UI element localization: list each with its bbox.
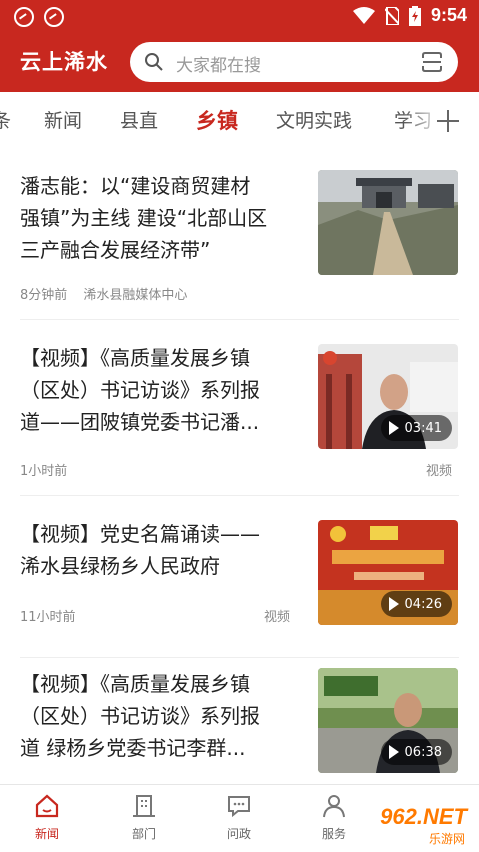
tab-county[interactable]: 县直 bbox=[120, 106, 158, 133]
news-meta: 11小时前 bbox=[20, 606, 88, 625]
news-title: 【视频】党史名篇诵读—— 浠水县绿杨乡人民政府 bbox=[20, 522, 260, 578]
news-item[interactable]: 潘志能：以“建设商贸建材 强镇”为主线 建设“北部山区 三产融合发展经济带” 8… bbox=[0, 150, 479, 320]
search-placeholder: 大家都在搜 bbox=[176, 56, 261, 76]
news-time: 11小时前 bbox=[20, 610, 76, 625]
news-title: 【视频】《高质量发展乡镇 （区处）书记访谈》系列报 道——团陂镇党委书记潘... bbox=[20, 346, 260, 434]
search-box[interactable]: 大家都在搜 bbox=[130, 42, 458, 82]
news-item[interactable]: 【视频】《高质量发展乡镇 （区处）书记访谈》系列报 道——团陂镇党委书记潘...… bbox=[0, 320, 479, 496]
no-sim-icon bbox=[384, 6, 399, 25]
tab-civilization-practice[interactable]: 文明实践 bbox=[276, 106, 352, 133]
watermark-subtext: 乐游网 bbox=[428, 832, 465, 846]
nav-news[interactable]: 新闻 bbox=[7, 793, 87, 842]
scan-icon[interactable] bbox=[420, 50, 444, 74]
tab-news[interactable]: 新闻 bbox=[44, 106, 82, 133]
news-title: 【视频】《高质量发展乡镇 （区处）书记访谈》系列报 道 绿杨乡党委书记李群... bbox=[20, 672, 260, 760]
video-thumbnail[interactable]: 06:38 bbox=[318, 668, 458, 773]
video-thumbnail[interactable]: 04:26 bbox=[318, 520, 458, 625]
news-thumbnail[interactable] bbox=[318, 170, 458, 275]
news-time: 1小时前 bbox=[20, 464, 68, 479]
video-duration: 03:41 bbox=[380, 415, 452, 441]
status-time: 9:54 bbox=[430, 5, 467, 25]
news-source: 浠水县融媒体中心 bbox=[83, 288, 188, 303]
app-notification-icon bbox=[44, 7, 64, 27]
video-tag: 视频 bbox=[264, 610, 291, 625]
wifi-icon bbox=[352, 6, 375, 24]
news-item[interactable]: 【视频】党史名篇诵读—— 浠水县绿杨乡人民政府 11小时前 视频 04:26 bbox=[0, 496, 479, 658]
video-duration: 06:38 bbox=[380, 739, 452, 765]
battery-icon bbox=[408, 5, 421, 26]
app-header: 云上浠水 大家都在搜 bbox=[0, 34, 479, 92]
play-icon bbox=[388, 421, 399, 435]
play-icon bbox=[388, 745, 399, 759]
news-meta: 1小时前 bbox=[20, 460, 79, 479]
video-thumbnail[interactable]: 03:41 bbox=[318, 344, 458, 449]
search-icon bbox=[145, 53, 163, 71]
building-icon bbox=[133, 795, 155, 817]
person-icon bbox=[323, 795, 345, 818]
news-title: 潘志能：以“建设商贸建材 强镇”为主线 建设“北部山区 三产融合发展经济带” bbox=[20, 174, 268, 262]
channel-tabs: 条 新闻 县直 乡镇 文明实践 学习 bbox=[0, 92, 479, 151]
status-bar: 9:54 bbox=[0, 0, 479, 34]
home-icon bbox=[35, 794, 59, 818]
video-duration: 04:26 bbox=[380, 591, 452, 617]
video-tag: 视频 bbox=[426, 464, 453, 479]
app-title: 云上浠水 bbox=[20, 50, 108, 74]
nav-services[interactable]: 服务 bbox=[294, 793, 374, 842]
add-channel-icon[interactable] bbox=[437, 110, 459, 132]
play-icon bbox=[388, 597, 399, 611]
app-notification-icon bbox=[14, 7, 34, 27]
news-time: 8分钟前 bbox=[20, 288, 68, 303]
tab-hidden-left[interactable]: 条 bbox=[0, 106, 11, 133]
watermark-logo: 962.NET bbox=[380, 804, 467, 829]
chat-icon bbox=[228, 796, 250, 818]
tab-township[interactable]: 乡镇 bbox=[196, 105, 238, 135]
news-meta: 8分钟前 浠水县融媒体中心 bbox=[20, 284, 199, 303]
nav-inquiry[interactable]: 问政 bbox=[199, 793, 279, 842]
nav-departments[interactable]: 部门 bbox=[104, 793, 184, 842]
news-item[interactable]: 【视频】《高质量发展乡镇 （区处）书记访谈》系列报 道 绿杨乡党委书记李群...… bbox=[0, 658, 479, 784]
